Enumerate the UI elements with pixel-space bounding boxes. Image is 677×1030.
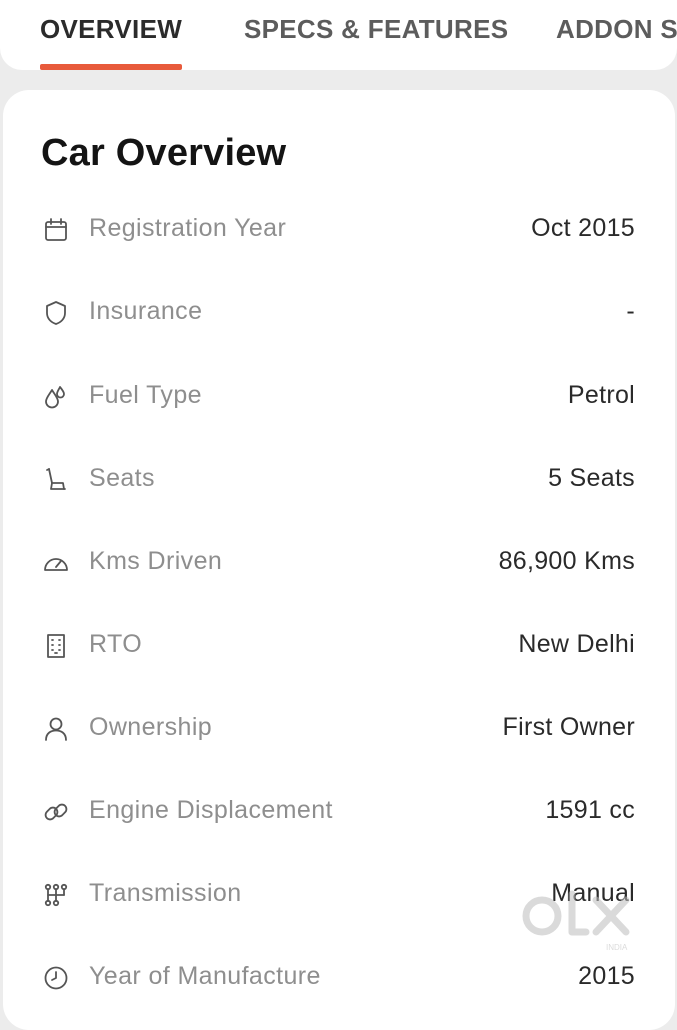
row-value: 5 Seats [548, 464, 635, 492]
row-value: First Owner [502, 713, 635, 741]
gear-shift-icon [41, 880, 71, 910]
row-value: - [626, 297, 635, 325]
card-title: Car Overview [41, 132, 287, 174]
overview-row-fuel-type: Fuel Type Petrol [3, 367, 675, 427]
overview-row-ownership: Ownership First Owner [3, 699, 675, 759]
overview-row-registration-year: Registration Year Oct 2015 [3, 200, 675, 260]
svg-text:INDIA: INDIA [606, 943, 628, 952]
clock-icon [41, 963, 71, 993]
tab-addon-services[interactable]: ADDON S [556, 14, 677, 45]
shield-icon [41, 298, 71, 328]
row-label: Insurance [89, 297, 203, 325]
tab-bar: OVERVIEW SPECS & FEATURES ADDON S [0, 0, 677, 70]
building-icon [41, 631, 71, 661]
overview-row-insurance: Insurance - [3, 283, 675, 343]
overview-row-kms-driven: Kms Driven 86,900 Kms [3, 533, 675, 593]
engine-link-icon [41, 797, 71, 827]
calendar-icon [41, 215, 71, 245]
row-value: 86,900 Kms [498, 547, 635, 575]
row-label: Kms Driven [89, 547, 223, 575]
row-value: 1591 cc [545, 796, 635, 824]
row-label: Seats [89, 464, 155, 492]
overview-row-engine-displacement: Engine Displacement 1591 cc [3, 782, 675, 842]
row-label: Ownership [89, 713, 213, 741]
row-value: New Delhi [518, 630, 635, 658]
row-label: Transmission [89, 879, 242, 907]
row-label: Fuel Type [89, 381, 202, 409]
overview-row-rto: RTO New Delhi [3, 616, 675, 676]
row-label: RTO [89, 630, 143, 658]
row-label: Year of Manufacture [89, 962, 321, 990]
fuel-drops-icon [41, 382, 71, 412]
row-label: Registration Year [89, 214, 287, 242]
row-value: Oct 2015 [531, 214, 635, 242]
row-value: Petrol [567, 381, 635, 409]
olx-watermark-logo: INDIA [520, 880, 640, 960]
overview-row-seats: Seats 5 Seats [3, 450, 675, 510]
user-icon [41, 714, 71, 744]
speedometer-icon [41, 548, 71, 578]
seat-icon [41, 465, 71, 495]
tab-specs-features[interactable]: SPECS & FEATURES [244, 14, 508, 45]
tab-overview[interactable]: OVERVIEW [40, 14, 182, 45]
row-label: Engine Displacement [89, 796, 333, 824]
row-value: 2015 [578, 962, 635, 990]
active-tab-indicator [40, 64, 182, 70]
